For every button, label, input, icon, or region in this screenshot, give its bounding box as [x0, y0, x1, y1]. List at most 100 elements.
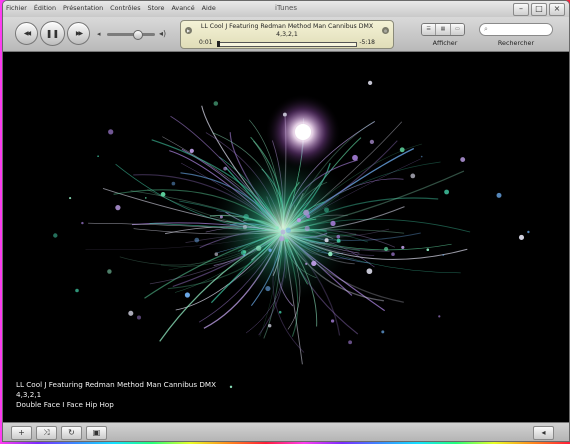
visualizer-particle [136, 315, 142, 320]
visualizer-particle [311, 260, 317, 267]
minimize-button[interactable]: – [513, 3, 529, 16]
visualizer-particle [438, 315, 441, 318]
genius-icon[interactable]: ◎ [382, 27, 389, 34]
visualizer-particle [171, 181, 176, 186]
visualizer-particle [223, 166, 228, 171]
visualizer-particle [268, 248, 272, 252]
visualizer-particle [305, 262, 308, 265]
visualizer-track-info: LL Cool J Featuring Redman Method Man Ca… [16, 380, 216, 410]
list-view-icon[interactable]: ☰ [422, 24, 437, 35]
artwork-icon: ▣ [92, 428, 101, 437]
visualizer-particle [107, 269, 112, 274]
visualizer-particle [275, 226, 279, 230]
track-info-title: LL Cool J Featuring Redman Method Man Ca… [16, 380, 217, 389]
volume-low-icon: ◂ [97, 30, 101, 38]
visualizer-particle [426, 248, 430, 252]
now-playing-display: ▶ LL Cool J Featuring Redman Method Man … [180, 20, 394, 49]
visualizer-particle [184, 292, 190, 298]
visualizer-particle [256, 245, 262, 251]
visualizer-particle [279, 236, 285, 242]
next-icon: ▶▶ [75, 30, 83, 37]
now-playing-subtitle: 4,3,2,1 [276, 31, 298, 38]
visualizer-particle [108, 129, 114, 135]
visualizer-particle [213, 101, 219, 106]
visualizer-particle [267, 323, 272, 328]
visualizer-particle [242, 224, 248, 230]
visualizer-particle [115, 204, 121, 211]
app-title: iTunes [275, 4, 297, 12]
visualizer-particle [384, 246, 389, 252]
eject-button[interactable]: ◂ [533, 426, 554, 440]
volume-slider[interactable] [107, 30, 155, 40]
play-pause-button[interactable]: ❚❚ [40, 21, 65, 46]
search-icon: ⌕ [484, 25, 488, 33]
visualizer-particle [243, 213, 249, 220]
visualizer-particle [381, 330, 385, 334]
visualizer-particle [240, 250, 246, 256]
maximize-button[interactable]: □ [531, 3, 547, 16]
close-button[interactable]: × [549, 3, 565, 16]
visualizer-particle [460, 157, 466, 163]
track-info-song: 4,3,2,1 [16, 390, 42, 399]
shuffle-icon: ⤨ [43, 428, 50, 437]
visualizer-particle [128, 310, 134, 316]
next-button[interactable]: ▶▶ [67, 22, 90, 45]
artwork-button[interactable]: ▣ [86, 426, 107, 440]
search-input[interactable]: ⌕ [479, 23, 553, 36]
visualizer-particle [280, 229, 286, 235]
visualizer-particle [324, 207, 329, 213]
shuffle-button[interactable]: ⤨ [36, 426, 57, 440]
eject-icon: ◂ [541, 428, 546, 437]
visualizer-particle [189, 148, 194, 154]
visualizer-core-glow [205, 149, 361, 305]
progress-head[interactable] [217, 41, 221, 47]
visualizer-particle [144, 197, 147, 199]
progress-bar[interactable] [217, 41, 357, 47]
toolbar: ◀◀ ❚❚ ▶▶ ◂ ◂) ▶ LL Cool J Featuring Redm… [3, 17, 569, 52]
previous-button[interactable]: ◀◀ [15, 22, 38, 45]
visualizer-particle [265, 286, 271, 292]
visualizer-particle [285, 227, 291, 233]
visualizer-particle [336, 234, 341, 239]
visualizer-particle [75, 288, 79, 293]
visualizer-particle [410, 173, 416, 179]
volume-high-icon: ◂) [159, 29, 167, 38]
volume-slider-knob[interactable] [132, 30, 143, 40]
visualizer-particle [399, 147, 405, 153]
coverflow-view-icon[interactable]: ▭ [450, 24, 464, 35]
repeat-button[interactable]: ↻ [61, 426, 82, 440]
visualizer-particle [278, 310, 282, 314]
bottom-bar: + ⤨ ↻ ▣ ◂ [3, 422, 569, 441]
visualizer-particle [366, 268, 373, 275]
grid-view-icon[interactable]: ▦ [436, 24, 451, 35]
visualizer-particle [282, 112, 287, 117]
previous-icon: ◀◀ [23, 30, 31, 37]
visualizer-particle [496, 192, 502, 198]
visualizer-particle [444, 189, 450, 195]
view-buttons: ☰ ▦ ▭ [421, 23, 465, 36]
visualizer-particle [81, 221, 84, 225]
visualizer[interactable]: LL Cool J Featuring Redman Method Man Ca… [3, 52, 569, 422]
visualizer-particle [401, 245, 405, 249]
visualizer-particle [348, 340, 353, 345]
visualizer-particle [330, 319, 335, 323]
visualizer-particle [219, 215, 223, 219]
visualizer-particle [330, 220, 336, 227]
elapsed-time: 0:01 [199, 39, 213, 46]
view-label: Afficher [432, 39, 458, 47]
visualizer-particle [160, 192, 166, 197]
itunes-window: Fichier Édition Présentation Contrôles S… [2, 0, 570, 442]
visualizer-particle [328, 251, 333, 257]
pause-icon: ❚❚ [45, 29, 60, 38]
visualizer-graphic [53, 80, 530, 389]
visualizer-particle [336, 238, 341, 243]
add-playlist-button[interactable]: + [11, 426, 32, 440]
visualizer-particle [324, 238, 329, 243]
track-info-album: Double Face I Face Hip Hop [16, 400, 114, 409]
visualizer-particle [367, 80, 373, 86]
visualizer-particle [296, 218, 301, 223]
visualizer-particle [285, 238, 289, 243]
add-icon: + [18, 428, 25, 437]
visualizer-particle [369, 139, 375, 145]
visualizer-particle [420, 155, 423, 158]
